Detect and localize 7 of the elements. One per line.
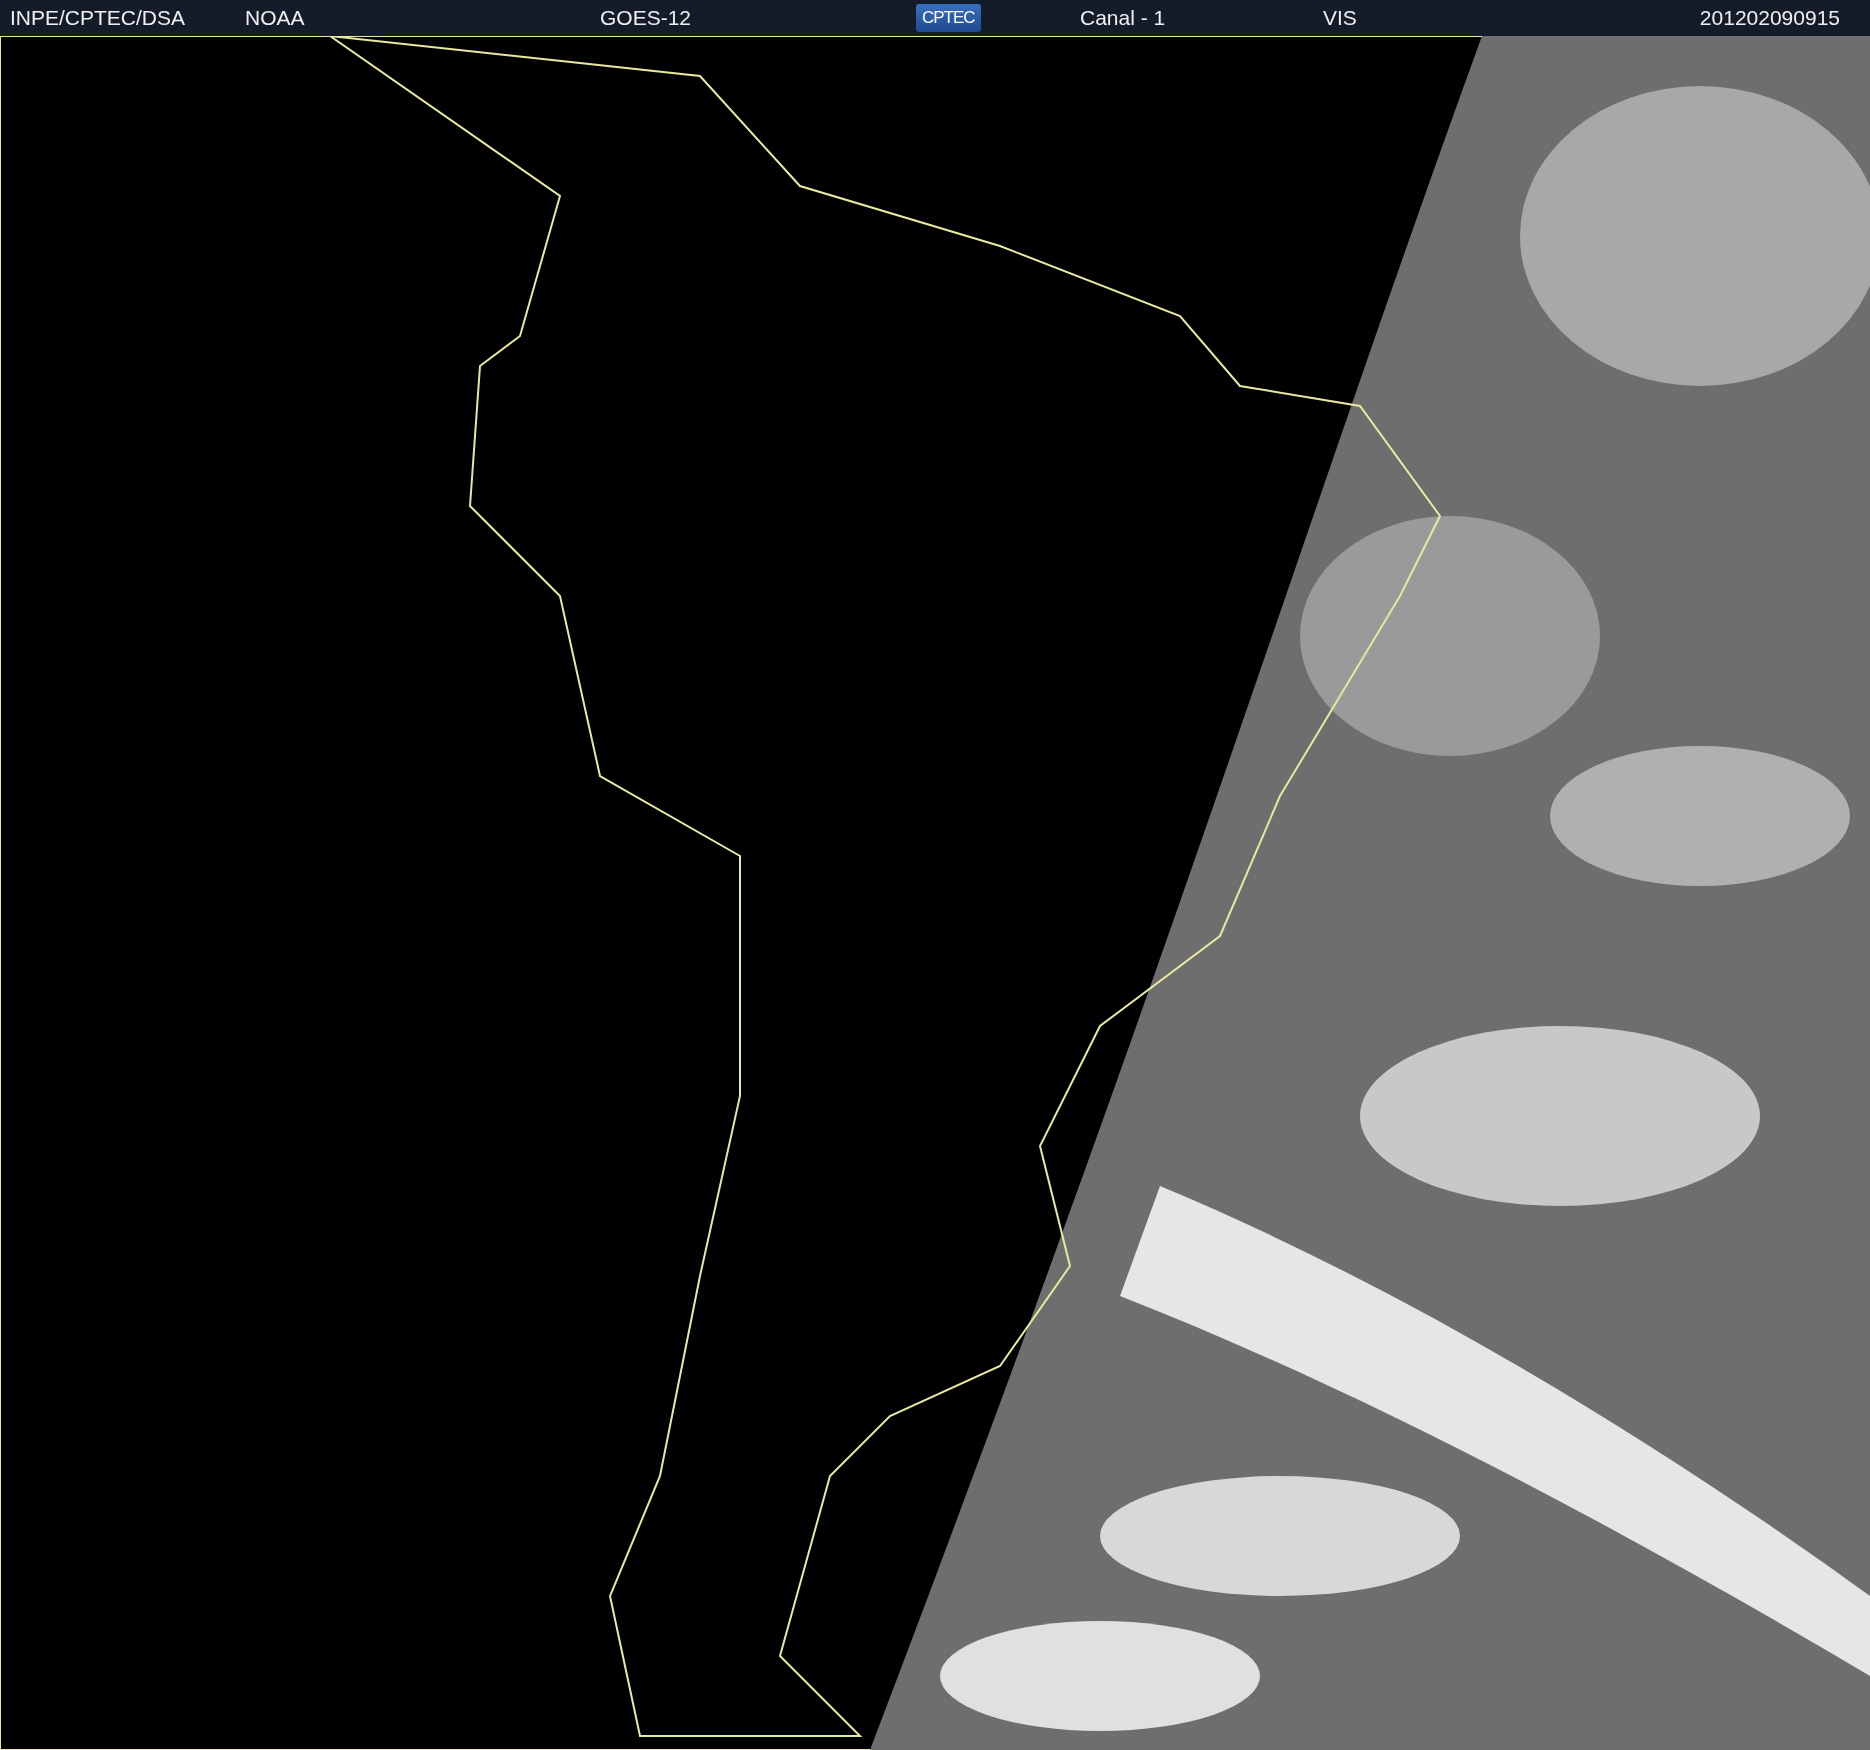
header-label: INPE/CPTEC/DSA <box>10 6 186 30</box>
header-label: GOES-12 <box>600 6 692 30</box>
header-label: Canal - 1 <box>1080 6 1166 30</box>
header-label: 201202090915 <box>1699 6 1840 30</box>
header-label: NOAA <box>245 6 305 30</box>
header-label: VIS <box>1323 6 1357 30</box>
logo: CPTEC <box>916 4 981 32</box>
